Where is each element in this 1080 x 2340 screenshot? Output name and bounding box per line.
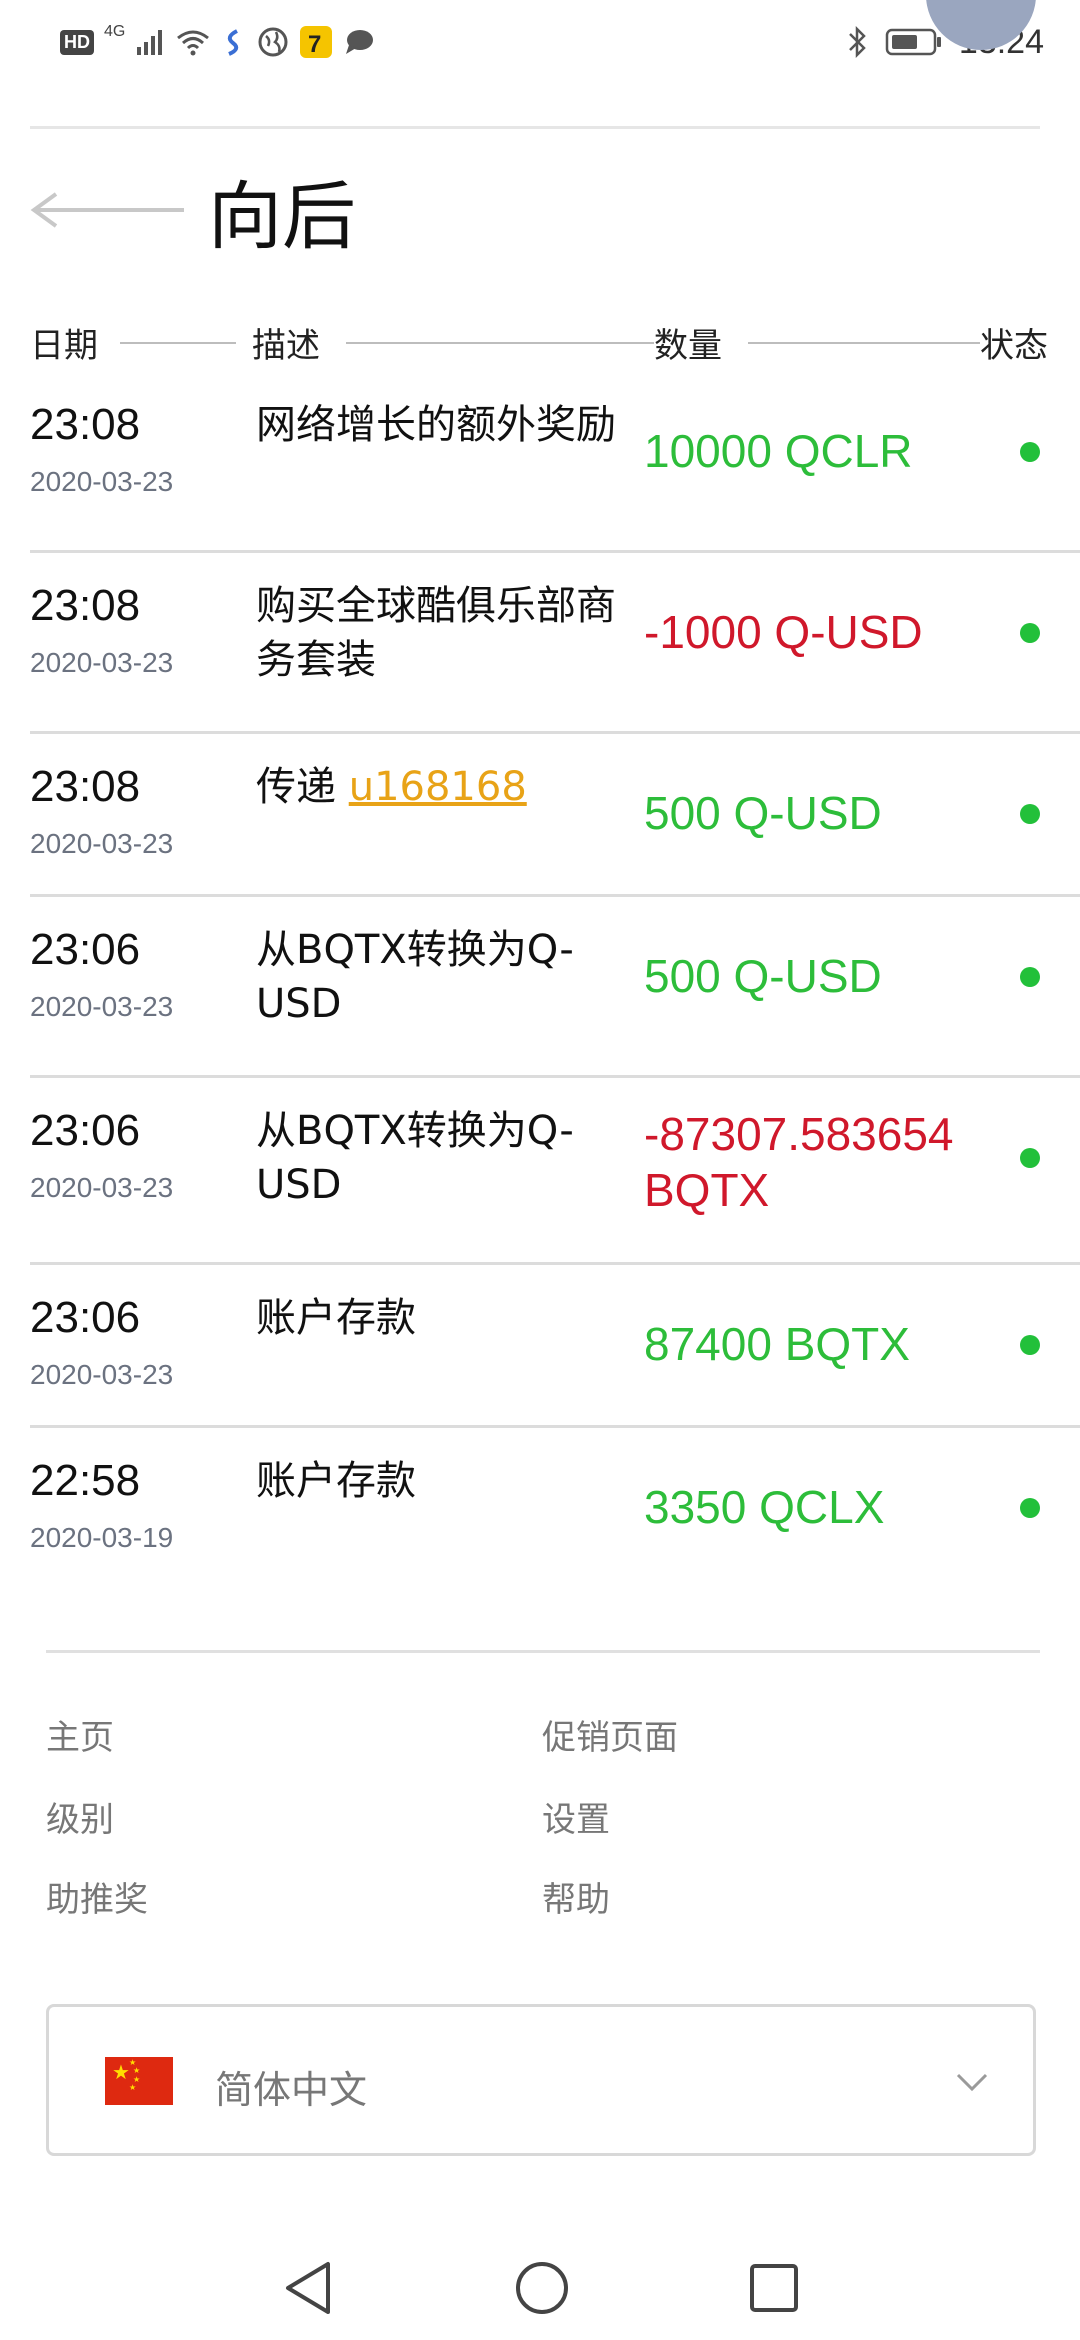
status-icons-left: HD 4G 7 bbox=[60, 22, 375, 62]
row-date: 2020-03-23 bbox=[30, 828, 174, 859]
row-date: 2020-03-23 bbox=[30, 1359, 174, 1390]
qq-app-icon: 7 bbox=[300, 26, 333, 58]
row-date: 2020-03-23 bbox=[30, 466, 174, 497]
battery-icon bbox=[885, 28, 941, 56]
row-amount: -1000 Q-USD bbox=[644, 606, 923, 658]
footer-link-levels[interactable]: 级别 bbox=[46, 1792, 114, 1841]
row-time: 23:08 bbox=[30, 581, 141, 630]
row-time: 23:08 bbox=[30, 400, 141, 449]
column-header-date: 日期 bbox=[30, 318, 98, 367]
table-row[interactable]: 22:58 2020-03-19 账户存款 3350 QCLX bbox=[30, 1428, 1080, 1588]
header-rule bbox=[748, 342, 990, 344]
row-description: 从BQTX转换为Q-USD bbox=[256, 1108, 574, 1208]
row-time: 23:08 bbox=[30, 762, 141, 811]
table-row[interactable]: 23:08 2020-03-23 购买全球酷俱乐部商务套装 -1000 Q-US… bbox=[30, 553, 1080, 734]
table-row[interactable]: 23:06 2020-03-23 从BQTX转换为Q-USD -87307.58… bbox=[30, 1078, 1080, 1265]
table-row[interactable]: 23:08 2020-03-23 传递 u168168 500 Q-USD bbox=[30, 734, 1080, 897]
language-select[interactable]: ★ ★ ★ ★ ★ 简体中文 bbox=[46, 2004, 1036, 2156]
svg-text:7: 7 bbox=[308, 31, 321, 58]
row-description-prefix: 传递 bbox=[256, 764, 349, 810]
status-dot bbox=[1020, 1498, 1040, 1518]
status-dot bbox=[1020, 967, 1040, 987]
row-description: 账户存款 bbox=[256, 1295, 416, 1341]
column-header-amount: 数量 bbox=[654, 318, 722, 367]
wifi-icon bbox=[177, 30, 210, 56]
back-button[interactable]: 向后 bbox=[28, 160, 356, 260]
status-bar: HD 4G 7 bbox=[0, 0, 1080, 84]
back-triangle-icon[interactable] bbox=[280, 2258, 340, 2318]
language-label: 简体中文 bbox=[215, 2068, 368, 2112]
row-date: 2020-03-23 bbox=[30, 991, 174, 1022]
table-row[interactable]: 23:08 2020-03-23 网络增长的额外奖励 10000 QCLR bbox=[30, 372, 1080, 553]
column-header-status: 状态 bbox=[980, 318, 1048, 367]
signal-icon bbox=[137, 30, 163, 55]
row-time: 23:06 bbox=[30, 1106, 141, 1155]
divider bbox=[30, 126, 1040, 129]
row-amount: -87307.583654 BQTX bbox=[644, 1108, 954, 1216]
row-amount: 10000 QCLR bbox=[644, 425, 913, 477]
row-description: 账户存款 bbox=[256, 1458, 416, 1504]
row-amount: 87400 BQTX bbox=[644, 1318, 910, 1370]
row-description: 从BQTX转换为Q-USD bbox=[256, 927, 574, 1027]
row-amount: 500 Q-USD bbox=[644, 950, 882, 1002]
back-label: 向后 bbox=[208, 173, 356, 260]
row-description: 网络增长的额外奖励 bbox=[256, 402, 616, 448]
header-rule bbox=[346, 342, 664, 344]
globe-icon bbox=[258, 27, 288, 57]
status-dot bbox=[1020, 804, 1040, 824]
transaction-list: 23:08 2020-03-23 网络增长的额外奖励 10000 QCLR 23… bbox=[0, 372, 1080, 1588]
status-dot bbox=[1020, 1335, 1040, 1355]
app-icon bbox=[228, 29, 239, 56]
footer-link-promotions[interactable]: 促销页面 bbox=[542, 1710, 678, 1759]
table-row[interactable]: 23:06 2020-03-23 账户存款 87400 BQTX bbox=[30, 1265, 1080, 1428]
footer-link-home[interactable]: 主页 bbox=[46, 1710, 114, 1759]
status-dot bbox=[1020, 442, 1040, 462]
recents-square-icon[interactable] bbox=[744, 2258, 804, 2318]
row-date: 2020-03-23 bbox=[30, 647, 174, 678]
network-type: 4G bbox=[104, 23, 126, 40]
row-date: 2020-03-23 bbox=[30, 1172, 174, 1203]
row-time: 23:06 bbox=[30, 1293, 141, 1342]
footer-link-settings[interactable]: 设置 bbox=[542, 1792, 610, 1841]
row-description: 传递 u168168 bbox=[256, 760, 616, 814]
header-rule bbox=[120, 342, 236, 344]
back-arrow-icon bbox=[30, 192, 184, 228]
footer-link-help[interactable]: 帮助 bbox=[542, 1872, 610, 1921]
status-dot bbox=[1020, 623, 1040, 643]
chevron-down-icon bbox=[956, 2073, 988, 2092]
row-description: 购买全球酷俱乐部商务套装 bbox=[256, 583, 616, 683]
bluetooth-icon bbox=[849, 25, 866, 59]
china-flag-icon: ★ ★ ★ ★ ★ bbox=[105, 2057, 173, 2105]
chat-icon bbox=[346, 30, 374, 54]
home-circle-icon[interactable] bbox=[512, 2258, 572, 2318]
hd-icon: HD bbox=[60, 29, 94, 55]
table-header: 日期 描述 数量 状态 bbox=[30, 312, 1050, 368]
status-dot bbox=[1020, 1148, 1040, 1168]
row-time: 22:58 bbox=[30, 1456, 141, 1505]
user-link[interactable]: u168168 bbox=[349, 764, 527, 810]
footer-divider bbox=[46, 1650, 1040, 1653]
row-amount: 3350 QCLX bbox=[644, 1481, 885, 1533]
row-time: 23:06 bbox=[30, 925, 141, 974]
footer-link-boost-reward[interactable]: 助推奖 bbox=[46, 1872, 148, 1921]
system-nav-bar bbox=[0, 2220, 1080, 2340]
row-date: 2020-03-19 bbox=[30, 1522, 174, 1553]
row-amount: 500 Q-USD bbox=[644, 787, 882, 839]
column-header-description: 描述 bbox=[252, 318, 320, 367]
table-row[interactable]: 23:06 2020-03-23 从BQTX转换为Q-USD 500 Q-USD bbox=[30, 897, 1080, 1078]
